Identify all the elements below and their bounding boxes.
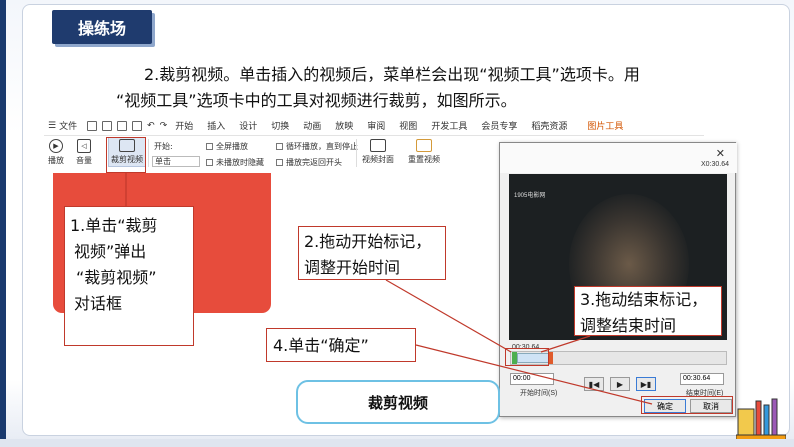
reset-video-label: 重置视频 <box>408 155 440 164</box>
trim-video-dialog: ✕ X0:30.64 1905电影网 00:30.64 00:00 开始时间(S… <box>499 142 737 417</box>
prev-frame-button[interactable]: ▮◀ <box>584 377 604 391</box>
callout-2-line-2: 调整开始时间 <box>304 258 401 277</box>
tab-developer[interactable]: 开发工具 <box>431 119 467 132</box>
file-menu[interactable]: ☰ 文件 <box>48 119 78 133</box>
hide-label: 未播放时隐藏 <box>216 158 264 167</box>
tab-design[interactable]: 设计 <box>239 119 257 132</box>
tab-member[interactable]: 会员专享 <box>481 119 517 132</box>
volume-icon: ◁ <box>77 139 91 153</box>
next-frame-button[interactable]: ▶▮ <box>636 377 656 391</box>
ok-button-highlight <box>641 396 733 414</box>
callout-3-line-2: 调整结束时间 <box>580 316 677 335</box>
play-icon: ▶ <box>49 139 63 153</box>
callout-step-4: 4.单击“确定” <box>266 328 416 362</box>
callout-1-line-4: 对话框 <box>74 294 123 313</box>
tab-insert[interactable]: 插入 <box>207 119 225 132</box>
callout-step-1: 1.单击“裁剪 视频”弹出 “裁剪视频” 对话框 <box>64 206 194 346</box>
loop-checkbox[interactable]: 循环播放，直到停止 <box>276 141 358 152</box>
start-mode-value: 单击 <box>155 157 171 166</box>
dialog-header <box>500 143 737 173</box>
tab-picture-tools[interactable]: 图片工具 <box>587 119 623 132</box>
tab-review[interactable]: 审阅 <box>367 119 385 132</box>
hide-checkbox[interactable]: 未播放时隐藏 <box>206 157 264 168</box>
tab-view[interactable]: 视图 <box>399 119 417 132</box>
start-mode-label: 开始: <box>154 142 173 151</box>
tab-docer[interactable]: 稻壳资源 <box>531 119 567 132</box>
menu-icon: ☰ <box>48 120 57 131</box>
checkbox-box <box>276 143 283 150</box>
tab-transitions[interactable]: 切换 <box>271 119 289 132</box>
start-time-label: 开始时间(S) <box>520 390 558 397</box>
volume-label: 音量 <box>76 156 92 165</box>
start-time-value: 00:00 <box>513 375 531 382</box>
callout-2-line-1: 2.拖动开始标记， <box>304 232 432 251</box>
callout-1-line-1: 1.单击“裁剪 <box>70 216 158 235</box>
tab-slideshow[interactable]: 放映 <box>335 119 353 132</box>
end-marker-handle[interactable] <box>549 352 553 364</box>
volume-button[interactable]: ◁ 音量 <box>76 139 92 166</box>
checkbox-box <box>276 159 283 166</box>
start-mode-select[interactable]: 单击 <box>152 156 200 167</box>
instruction-paragraph: 2.裁剪视频。单击插入的视频后，菜单栏会出现“视频工具”选项卡。用 “视频工具”… <box>60 62 750 114</box>
instruction-line-2: “视频工具”选项卡中的工具对视频进行裁剪，如图所示。 <box>116 91 517 110</box>
preview-icon[interactable] <box>132 120 143 131</box>
play-preview-button[interactable]: ▶ <box>610 377 630 391</box>
open-icon[interactable] <box>87 120 98 131</box>
rewind-label: 播放完返回开头 <box>286 158 342 167</box>
save-icon[interactable] <box>102 120 113 131</box>
fullscreen-label: 全屏播放 <box>216 142 248 151</box>
callout-3-line-1: 3.拖动结束标记， <box>580 290 708 309</box>
video-cover-label: 视频封面 <box>362 155 394 164</box>
callout-step-3: 3.拖动结束标记， 调整结束时间 <box>574 286 722 336</box>
fullscreen-checkbox[interactable]: 全屏播放 <box>206 141 248 152</box>
video-logo: 1905电影网 <box>514 193 546 199</box>
end-time-input[interactable]: 00:30.64 <box>680 373 724 385</box>
left-rail <box>0 0 6 447</box>
slide: 操练场 2.裁剪视频。单击插入的视频后，菜单栏会出现“视频工具”选项卡。用 “视… <box>0 0 794 447</box>
checkbox-box <box>206 143 213 150</box>
tab-animations[interactable]: 动画 <box>303 119 321 132</box>
reset-video-icon <box>416 139 432 152</box>
dialog-duration: X0:30.64 <box>700 161 729 168</box>
bottom-strip <box>0 439 794 447</box>
undo-icon[interactable]: ↶ <box>147 121 155 131</box>
rewind-checkbox[interactable]: 播放完返回开头 <box>276 157 342 168</box>
callout-1-line-3: “裁剪视频” <box>76 268 157 287</box>
print-icon[interactable] <box>117 120 128 131</box>
close-icon[interactable]: ✕ <box>716 147 725 160</box>
end-time-value: 00:30.64 <box>683 375 711 382</box>
callout-1-line-2: 视频”弹出 <box>74 242 147 261</box>
reset-video-button[interactable]: 重置视频 <box>408 139 440 165</box>
play-button[interactable]: ▶ 播放 <box>48 139 64 166</box>
timeline-highlight <box>505 348 549 366</box>
video-cover-icon <box>370 139 386 152</box>
instruction-line-1: 2.裁剪视频。单击插入的视频后，菜单栏会出现“视频工具”选项卡。用 <box>144 65 640 84</box>
play-label: 播放 <box>48 156 64 165</box>
menu-bar: ☰ 文件 ↶ ↷ 开始 插入 设计 切换 动画 放映 审阅 视图 开发工具 会员… <box>44 116 704 313</box>
tab-home[interactable]: 开始 <box>175 119 193 132</box>
trim-button-highlight <box>106 137 146 173</box>
ribbon-divider <box>356 139 357 167</box>
loop-label: 循环播放，直到停止 <box>286 142 358 151</box>
video-cover-button[interactable]: 视频封面 <box>362 139 394 165</box>
redo-icon[interactable]: ↷ <box>160 121 168 131</box>
title-badge: 操练场 <box>52 10 152 44</box>
ribbon-divider <box>148 139 149 167</box>
callout-step-2: 2.拖动开始标记， 调整开始时间 <box>298 226 446 280</box>
trim-video-caption: 裁剪视频 <box>296 380 500 424</box>
stationery-decoration-icon <box>736 398 786 441</box>
checkbox-box <box>206 159 213 166</box>
file-menu-label: 文件 <box>59 122 78 132</box>
start-time-input[interactable]: 00:00 <box>510 373 554 385</box>
